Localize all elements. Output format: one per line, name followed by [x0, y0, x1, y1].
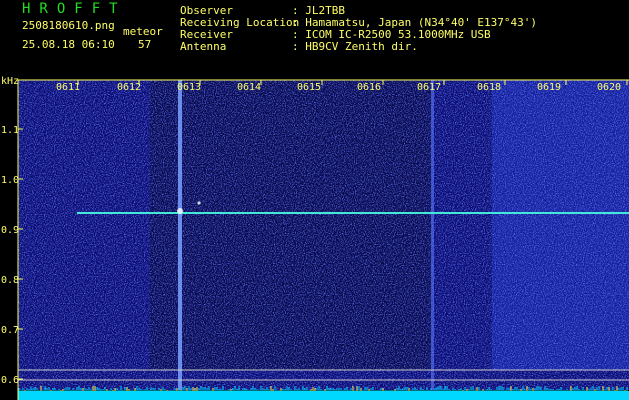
y-axis-unit: kHz [1, 76, 19, 87]
x-tick-label: 0614 [237, 82, 261, 93]
vertical-meteor-burst [178, 80, 182, 390]
level-meter-bar [18, 391, 629, 400]
x-tick-label: 0612 [117, 82, 141, 93]
y-tick-label: 0.6 [1, 375, 19, 386]
y-tick-label: 1.1 [1, 125, 19, 136]
spectrogram-noise [18, 80, 629, 390]
x-tick-label: 0618 [477, 82, 501, 93]
x-tick-label: 0615 [297, 82, 321, 93]
x-tick-label: 0617 [417, 82, 441, 93]
x-tick-label: 0611 [56, 82, 80, 93]
vertical-streak [431, 80, 434, 390]
x-tick-label: 0616 [357, 82, 381, 93]
x-tick-label: 0619 [537, 82, 561, 93]
x-tick-label: 0613 [177, 82, 201, 93]
x-tick-label: 0620 [597, 82, 621, 93]
spectrogram-plot: kHz 1.1 1.0 0.9 0.8 0.7 0.6 0611 0612 06… [1, 76, 629, 400]
y-tick-label: 0.9 [1, 225, 19, 236]
y-tick-label: 0.7 [1, 325, 19, 336]
meteor-ping [197, 201, 201, 205]
y-tick-label: 1.0 [1, 175, 19, 186]
y-tick-label: 0.8 [1, 275, 19, 286]
meteor-ping [177, 208, 183, 214]
